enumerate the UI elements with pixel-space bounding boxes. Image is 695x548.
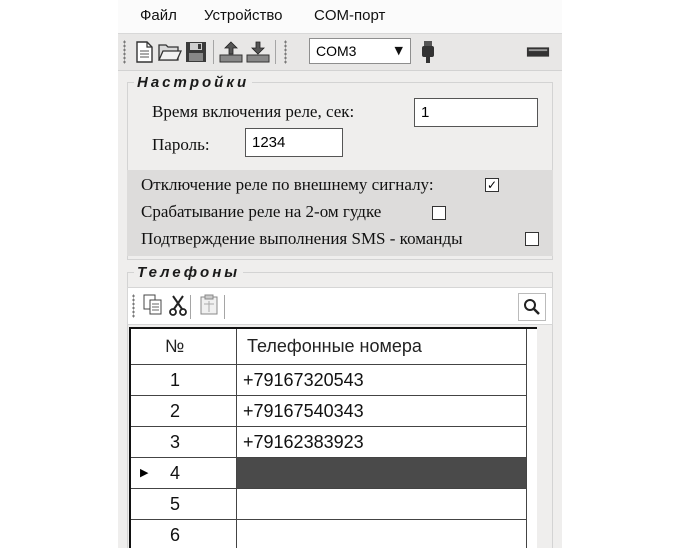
copy-icon[interactable] [141,293,165,317]
row-number-cell: 1 [131,365,237,396]
phone-cell[interactable] [237,489,527,520]
paste-icon[interactable] [197,293,221,317]
option-external-signal-checkbox[interactable]: ✓ [485,178,499,192]
password-label: Пароль: [152,135,210,154]
cut-icon[interactable] [166,293,190,317]
phone-cell[interactable]: +79162383923 [237,427,527,458]
usb-plug-icon[interactable] [416,40,440,64]
table-row[interactable]: 1 +79167320543 [131,365,537,396]
menu-file[interactable]: Файл [140,7,177,24]
option-second-ring-checkbox[interactable] [432,206,446,220]
table-row[interactable]: 3 +79162383923 [131,427,537,458]
upload-to-device-icon[interactable] [219,40,243,64]
relay-time-label: Время включения реле, сек: [152,102,355,121]
option-external-signal-label: Отключение реле по внешнему сигналу: [141,175,434,194]
table-row[interactable]: 5 [131,489,537,520]
option-second-ring-label: Срабатывание реле на 2-ом гудке [141,202,382,221]
toolbar-separator [190,295,191,319]
password-input[interactable]: 1234 [245,128,343,157]
row-number-cell: 5 [131,489,237,520]
open-folder-icon[interactable] [158,40,182,64]
phones-title: Телефоны [134,264,244,281]
table-row[interactable]: 2 +79167540343 [131,396,537,427]
app-window: Файл Устройство COM-порт COM3 ▼ Настройк… [118,0,562,548]
row-number-cell: 3 [131,427,237,458]
settings-title: Настройки [134,74,253,91]
row-number-cell: 2 [131,396,237,427]
table-row-selected[interactable]: ▶ 4 [131,458,537,489]
toolbar-grip[interactable] [123,40,126,64]
menu-bar: Файл Устройство COM-порт [118,0,562,34]
relay-time-input[interactable]: 1 [414,98,538,127]
toolbar-separator [213,40,214,64]
new-document-icon[interactable] [132,40,156,64]
download-from-device-icon[interactable] [246,40,270,64]
phone-cell-selected[interactable] [237,458,527,489]
connection-icon[interactable] [526,40,550,64]
toolbar-grip[interactable] [284,40,287,64]
phone-cell[interactable]: +79167320543 [237,365,527,396]
row-number-cell: ▶ 4 [131,458,237,489]
phones-table: № Телефонные номера 1 +79167320543 2 +79… [129,327,537,548]
save-icon[interactable] [184,40,208,64]
menu-device[interactable]: Устройство [204,7,282,24]
column-header-phone[interactable]: Телефонные номера [237,329,527,365]
table-row[interactable]: 6 [131,520,537,548]
column-header-number[interactable]: № [131,329,237,365]
search-icon[interactable] [518,293,546,321]
com-port-select[interactable]: COM3 ▼ [309,38,411,64]
toolbar-separator [275,40,276,64]
phone-cell[interactable]: +79167540343 [237,396,527,427]
row-number-cell: 6 [131,520,237,548]
phone-cell[interactable] [237,520,527,548]
phones-toolbar [127,287,553,325]
main-toolbar: COM3 ▼ [118,34,562,71]
chevron-down-icon[interactable]: ▼ [395,44,403,57]
menu-com-port[interactable]: COM-порт [314,7,385,24]
option-sms-confirm-label: Подтверждение выполнения SMS - команды [141,229,463,248]
toolbar-separator [224,295,225,319]
row-indicator-icon: ▶ [140,466,149,479]
option-sms-confirm-checkbox[interactable] [525,232,539,246]
toolbar-grip[interactable] [132,294,135,318]
com-port-value: COM3 [316,43,357,59]
